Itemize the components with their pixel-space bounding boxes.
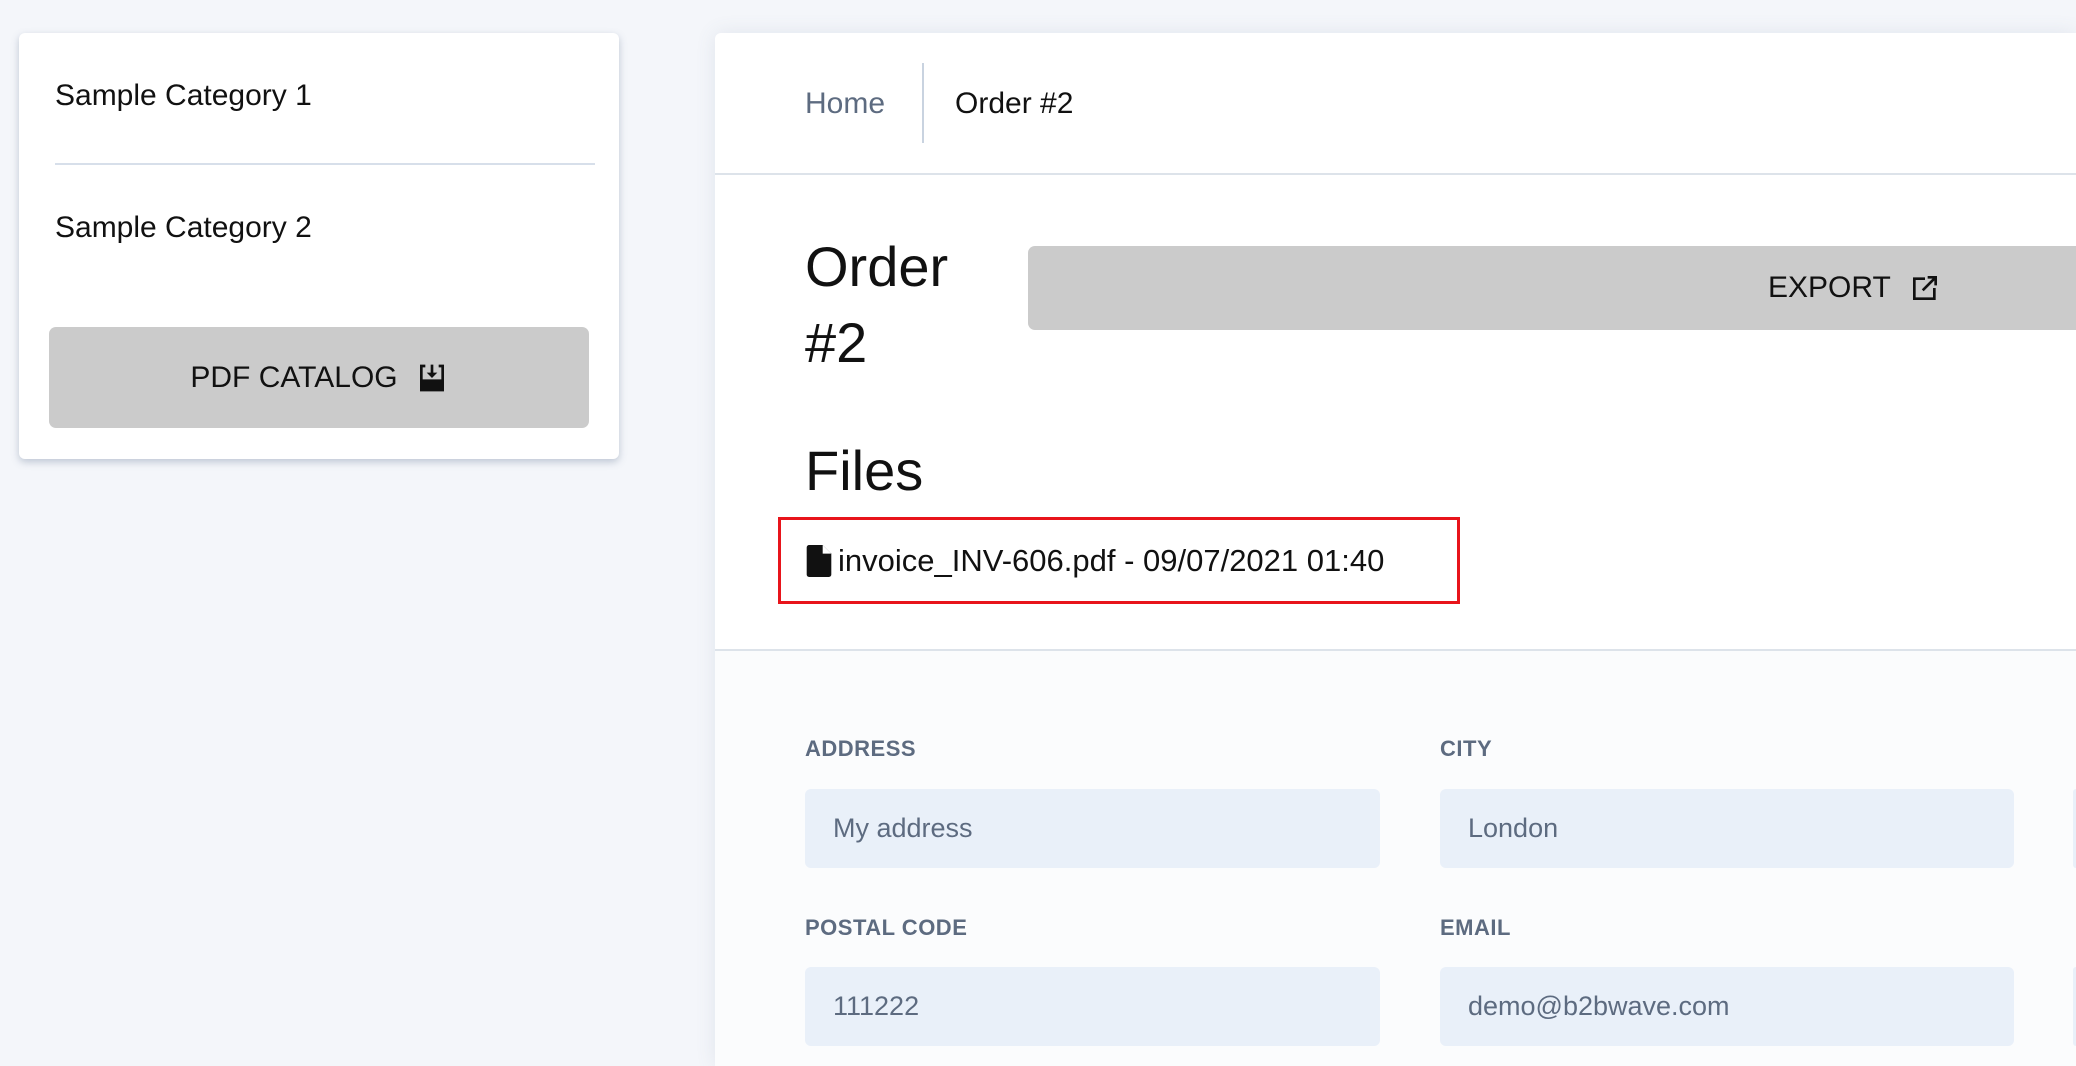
export-label: EXPORT — [1768, 271, 1891, 304]
file-icon — [806, 544, 832, 577]
files-heading: Files — [805, 439, 924, 502]
file-link[interactable]: invoice_INV-606.pdf - 09/07/2021 01:40 — [838, 543, 1384, 579]
address-label: ADDRESS — [805, 736, 917, 761]
postal-code-label: POSTAL CODE — [805, 915, 968, 940]
breadcrumb-divider — [922, 63, 924, 143]
divider — [55, 163, 595, 165]
address-input[interactable]: My address — [805, 789, 1380, 868]
city-input[interactable]: London — [1440, 789, 2014, 868]
file-item[interactable]: invoice_INV-606.pdf - 09/07/2021 01:40 — [778, 517, 1460, 604]
postal-code-input[interactable]: 111222 — [805, 967, 1380, 1046]
city-label: CITY — [1440, 736, 1493, 761]
category-sidebar: Sample Category 1 Sample Category 2 PDF … — [19, 33, 619, 459]
title-line: #2 — [805, 311, 868, 374]
email-label: EMAIL — [1440, 915, 1511, 940]
pdf-catalog-label: PDF CATALOG — [190, 360, 398, 394]
download-icon — [419, 364, 444, 391]
page-title: Order #2 — [805, 229, 948, 381]
category-item[interactable]: Sample Category 1 — [55, 79, 312, 113]
external-link-icon — [1912, 276, 1937, 300]
email-input[interactable]: demo@b2bwave.com — [1440, 967, 2014, 1046]
title-line: Order — [805, 235, 949, 298]
order-panel: Home Order #2 Order #2 EXPORT Files invo… — [715, 33, 2076, 1066]
export-button[interactable]: EXPORT — [1028, 246, 2076, 330]
pdf-catalog-button[interactable]: PDF CATALOG — [49, 327, 589, 428]
category-item[interactable]: Sample Category 2 — [55, 211, 312, 245]
breadcrumb-home[interactable]: Home — [805, 87, 885, 121]
divider — [715, 173, 2076, 175]
breadcrumb-current: Order #2 — [955, 87, 1074, 120]
